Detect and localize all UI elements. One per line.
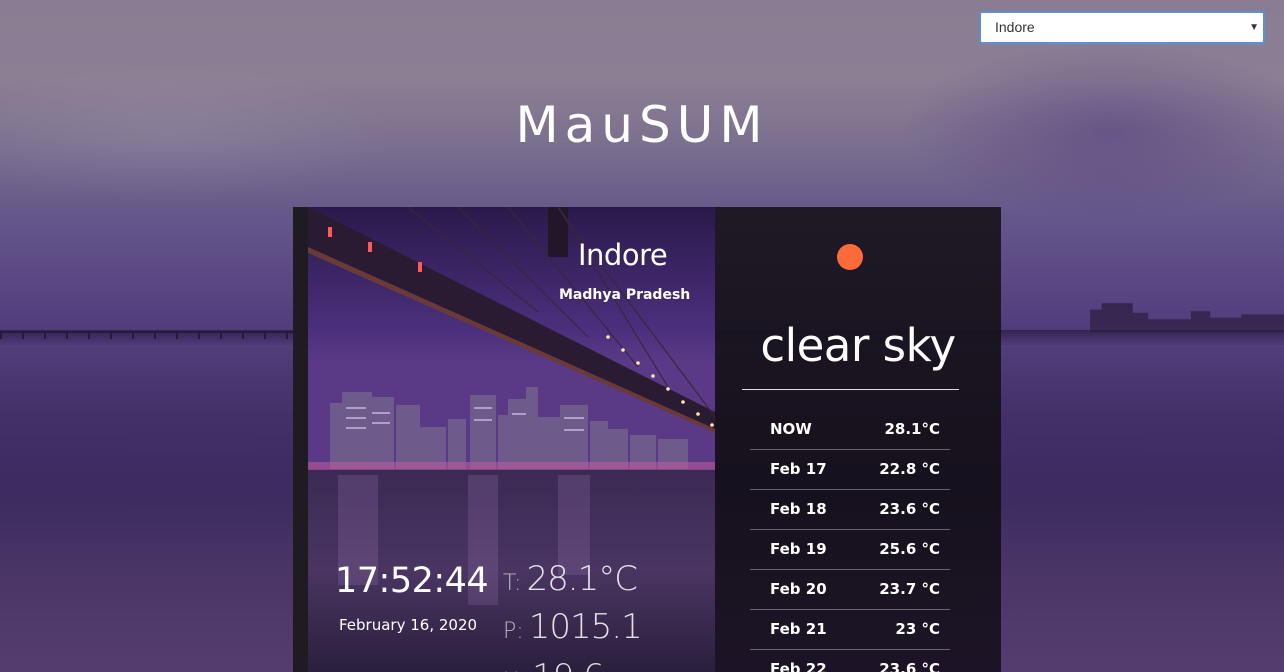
forecast-row: Feb 19 25.6 °C — [750, 530, 950, 570]
forecast-temp: 23.6 °C — [879, 660, 940, 672]
city-name: Indore — [578, 238, 668, 272]
divider — [742, 389, 959, 390]
forecast-row: Feb 22 23.6 °C — [750, 650, 950, 672]
forecast-day: Feb 20 — [770, 580, 827, 598]
location-select[interactable]: Indore ▼ — [979, 11, 1265, 44]
background-pier — [0, 331, 300, 339]
date: February 16, 2020 — [339, 616, 478, 634]
forecast-row: Feb 21 23 °C — [750, 610, 950, 650]
forecast-day: Feb 22 — [770, 660, 827, 672]
chevron-down-icon: ▼ — [1249, 22, 1259, 33]
forecast-row: NOW 28.1°C — [750, 410, 950, 450]
temperature-reading: T: 28.1°C — [503, 559, 638, 599]
forecast-temp: 23.6 °C — [879, 500, 940, 518]
location-select-value: Indore — [995, 19, 1035, 35]
forecast-row: Feb 18 23.6 °C — [750, 490, 950, 530]
forecast-temp: 28.1°C — [884, 420, 940, 438]
forecast-temp: 23.7 °C — [879, 580, 940, 598]
forecast-list: NOW 28.1°C Feb 17 22.8 °C Feb 18 23.6 °C… — [750, 410, 950, 672]
forecast-temp: 22.8 °C — [879, 460, 940, 478]
forecast-day: Feb 19 — [770, 540, 827, 558]
forecast-temp: 23 °C — [895, 620, 940, 638]
background-skyline — [1090, 303, 1284, 332]
card-overlay: Indore Madhya Pradesh 17:52:44 February … — [293, 207, 1001, 672]
forecast-temp: 25.6 °C — [879, 540, 940, 558]
pressure-reading: P: 1015.1 — [503, 607, 643, 647]
clock: 17:52:44 — [335, 561, 489, 601]
reading-label: P: — [503, 619, 524, 644]
forecast-day: Feb 21 — [770, 620, 827, 638]
state-name: Madhya Pradesh — [559, 287, 691, 303]
forecast-row: Feb 17 22.8 °C — [750, 450, 950, 490]
sun-icon — [837, 244, 863, 270]
weather-condition: clear sky — [760, 319, 956, 372]
app-title: MauSUM — [515, 96, 769, 154]
reading-label: T: — [503, 571, 522, 596]
reading-value: 28.1°C — [526, 559, 638, 599]
reading-value: 1015.1 — [528, 607, 643, 647]
humidity-reading: H: 19.6 — [503, 657, 605, 672]
forecast-row: Feb 20 23.7 °C — [750, 570, 950, 610]
forecast-day: NOW — [770, 420, 812, 438]
forecast-day: Feb 18 — [770, 500, 827, 518]
forecast-day: Feb 17 — [770, 460, 827, 478]
reading-value: 19.6 — [532, 657, 605, 672]
